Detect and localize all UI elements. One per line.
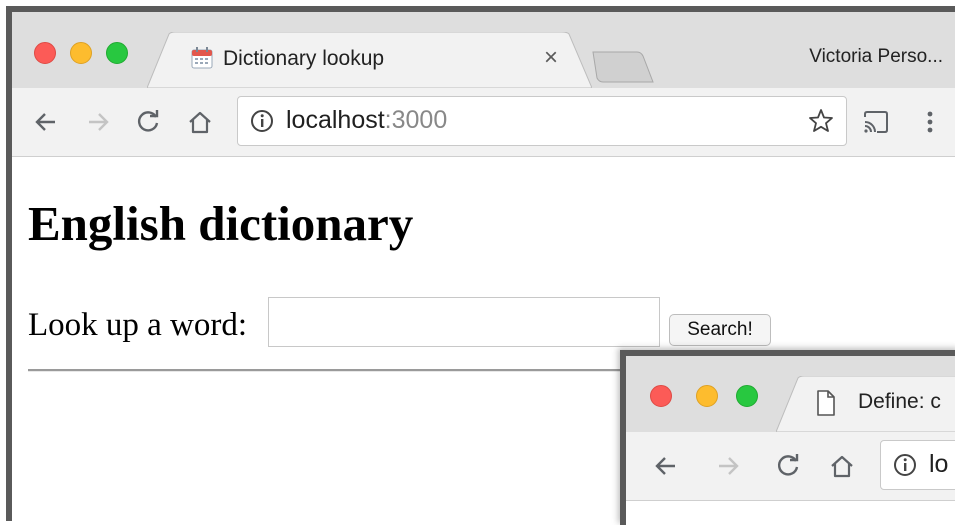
tab-title-second: Define: c xyxy=(858,390,941,413)
back-arrow-icon xyxy=(35,113,55,131)
cast-icon xyxy=(864,111,888,133)
new-tab-shape xyxy=(592,51,654,83)
tab-define[interactable]: Define: c xyxy=(776,376,955,432)
close-window-button-second[interactable] xyxy=(650,385,672,407)
reload-icon-second xyxy=(777,454,799,476)
info-icon[interactable] xyxy=(250,109,274,138)
minimize-window-button-second[interactable] xyxy=(696,385,718,407)
url-port: :3000 xyxy=(384,106,448,134)
home-button-second[interactable] xyxy=(826,450,858,482)
minimize-window-button[interactable] xyxy=(70,42,92,64)
reload-icon xyxy=(137,110,159,132)
page-title: English dictionary xyxy=(28,196,414,251)
home-icon xyxy=(189,111,211,134)
url-host-second: lo xyxy=(929,450,949,478)
lookup-label: Look up a word: xyxy=(28,307,248,343)
address-bar[interactable]: localhost:3000 xyxy=(237,96,847,146)
new-tab-button[interactable] xyxy=(587,50,657,84)
bookmark-star-icon[interactable] xyxy=(808,108,834,139)
tab-strip-second: Define: c xyxy=(626,356,955,432)
browser-toolbar: localhost:3000 xyxy=(12,88,955,157)
tab-title: Dictionary lookup xyxy=(223,47,385,70)
forward-arrow-icon xyxy=(89,113,109,131)
document-icon xyxy=(816,390,836,421)
cast-button[interactable] xyxy=(860,106,892,138)
tab-close-button[interactable]: × xyxy=(544,44,558,72)
url-text: localhost:3000 xyxy=(286,106,447,135)
word-input[interactable] xyxy=(268,297,660,347)
back-arrow-icon-second xyxy=(655,457,675,475)
zoom-window-button[interactable] xyxy=(106,42,128,64)
menu-button[interactable] xyxy=(914,106,946,138)
info-icon-second[interactable] xyxy=(893,453,917,482)
back-button-second[interactable] xyxy=(650,450,682,482)
profile-name[interactable]: Victoria Perso... xyxy=(809,46,943,68)
close-window-button[interactable] xyxy=(34,42,56,64)
forward-arrow-icon-second xyxy=(719,457,739,475)
address-bar-second[interactable]: lo xyxy=(880,440,955,490)
home-icon-second xyxy=(831,455,853,478)
forward-button-second[interactable] xyxy=(712,450,744,482)
reload-button-second[interactable] xyxy=(772,450,804,482)
search-button[interactable]: Search! xyxy=(669,314,771,346)
back-button[interactable] xyxy=(30,106,62,138)
tab-dictionary-lookup[interactable]: Dictionary lookup × xyxy=(147,32,592,88)
reload-button[interactable] xyxy=(132,106,164,138)
browser-window-define: Define: c lo xyxy=(620,350,955,525)
calendar-icon xyxy=(191,47,213,74)
tab-strip: Dictionary lookup × Victoria Perso... xyxy=(12,12,955,88)
zoom-window-button-second[interactable] xyxy=(736,385,758,407)
url-host: localhost xyxy=(286,106,385,134)
forward-button[interactable] xyxy=(82,106,114,138)
more-vertical-icon xyxy=(927,111,933,133)
browser-toolbar-second: lo xyxy=(626,432,955,501)
home-button[interactable] xyxy=(184,106,216,138)
